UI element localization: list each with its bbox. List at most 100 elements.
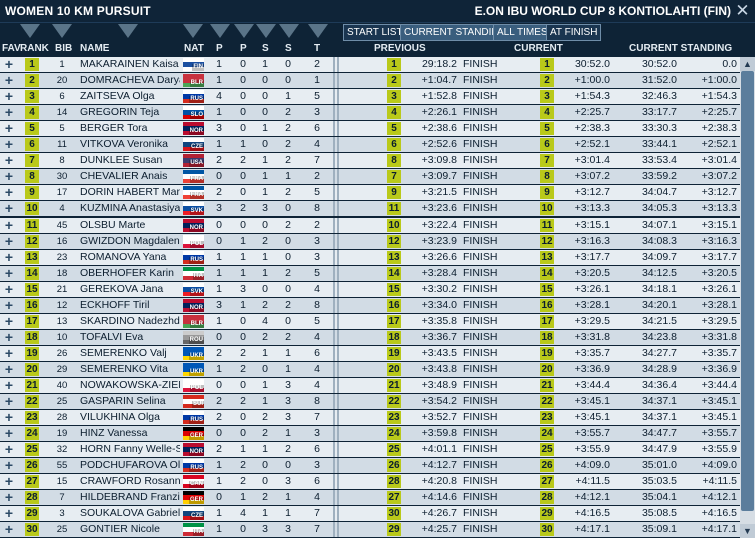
- table-row[interactable]: +18 10 TOFALVI Eva ROU 0 0 2 2 4 18 +3:36.7 FINISH 1…: [0, 330, 740, 345]
- favorite-add-icon[interactable]: +: [2, 218, 16, 233]
- col-rank[interactable]: RANK: [20, 43, 49, 54]
- favorite-add-icon[interactable]: +: [2, 201, 16, 216]
- table-row[interactable]: +17 13 SKARDINO Nadezhda BLR 1 0 4 0 5 17 +3:35.8 F…: [0, 314, 740, 329]
- standing-1-misses: 0: [262, 219, 268, 231]
- table-row[interactable]: +14 18 OBERHOFER Karin ITA 1 1 1 2 5 14 +3:28.4 FIN…: [0, 266, 740, 281]
- col-nat[interactable]: NAT: [184, 43, 204, 54]
- table-row[interactable]: +24 19 HINZ Vanessa GER 0 0 2 1 3 24 +3:59.8 FINISH…: [0, 426, 740, 441]
- table-row[interactable]: +12 16 GWIZDON Magdalena POL 0 1 2 0 3 12 +3:23.9 F…: [0, 234, 740, 249]
- total-misses: 6: [314, 347, 320, 359]
- favorite-add-icon[interactable]: +: [2, 234, 16, 249]
- favorite-add-icon[interactable]: +: [2, 490, 16, 505]
- sort-s2-arrow-icon[interactable]: [279, 24, 299, 38]
- table-row[interactable]: +11 45 OLSBU Marte NOR 0 0 0 2 2 10 +3:22.4 FINISH 1…: [0, 218, 740, 233]
- col-s2[interactable]: S: [285, 43, 292, 54]
- table-row[interactable]: +15 21 GEREKOVA Jana SVK 1 3 0 0 4 15 +3:30.2 FINIS…: [0, 282, 740, 297]
- favorite-add-icon[interactable]: +: [2, 153, 16, 168]
- table-row[interactable]: +29 3 SOUKALOVA Gabriela CZE 1 4 1 1 7 30 +4:26.7 F…: [0, 506, 740, 521]
- favorite-add-icon[interactable]: +: [2, 314, 16, 329]
- favorite-add-icon[interactable]: +: [2, 346, 16, 361]
- table-row[interactable]: +10 4 KUZMINA Anastasiya SVK 3 2 3 0 8 11 +3:23.6 F…: [0, 201, 740, 216]
- table-row[interactable]: +7 8 DUNKLEE Susan USA 2 2 1 2 7 8 +3:09.8 FINISH 7 +…: [0, 153, 740, 168]
- col-previous[interactable]: PREVIOUS: [374, 43, 426, 54]
- favorite-add-icon[interactable]: +: [2, 410, 16, 425]
- table-row[interactable]: +13 23 ROMANOVA Yana RUS 1 1 1 0 3 13 +3:26.6 FINIS…: [0, 250, 740, 265]
- standing-1-misses: 0: [262, 363, 268, 375]
- close-icon[interactable]: ✕: [734, 2, 751, 19]
- nation-flag: POL: [183, 379, 204, 392]
- table-row[interactable]: +20 29 SEMERENKO Vita UKR 1 2 0 1 4 20 +3:43.8 FINI…: [0, 362, 740, 377]
- table-row[interactable]: +26 55 PODCHUFAROVA Olga RUS 1 2 0 0 3 26 +4:12.7 F…: [0, 458, 740, 473]
- favorite-add-icon[interactable]: +: [2, 474, 16, 489]
- table-row[interactable]: +5 5 BERGER Tora NOR 3 0 1 2 6 5 +2:38.6 FINISH 5 +2:…: [0, 121, 740, 136]
- table-row[interactable]: +1 1 MAKARAINEN Kaisa FIN 1 0 1 0 2 1 29:18.2 FINIS…: [0, 57, 740, 72]
- favorite-add-icon[interactable]: +: [2, 73, 16, 88]
- favorite-add-icon[interactable]: +: [2, 378, 16, 393]
- scroll-down-icon[interactable]: ▼: [740, 524, 755, 538]
- sort-nat-arrow-icon[interactable]: [183, 24, 203, 38]
- favorite-add-icon[interactable]: +: [2, 169, 16, 184]
- vertical-scrollbar[interactable]: ▲ ▼: [740, 57, 755, 538]
- favorite-add-icon[interactable]: +: [2, 330, 16, 345]
- table-row[interactable]: +19 26 SEMERENKO Valj UKR 2 2 1 1 6 19 +3:43.5 FINI…: [0, 346, 740, 361]
- favorite-add-icon[interactable]: +: [2, 89, 16, 104]
- favorite-add-icon[interactable]: +: [2, 121, 16, 136]
- table-row[interactable]: +4 14 GREGORIN Teja SLO 1 0 0 2 3 4 +2:26.1 FINISH 4…: [0, 105, 740, 120]
- favorite-add-icon[interactable]: +: [2, 185, 16, 200]
- table-row[interactable]: +27 15 CRAWFORD Rosanna CAN 1 2 0 3 6 28 +4:20.8 FI…: [0, 474, 740, 489]
- col-t[interactable]: T: [314, 43, 320, 54]
- sort-rank-arrow-icon[interactable]: [20, 24, 40, 38]
- favorite-add-icon[interactable]: +: [2, 105, 16, 120]
- table-row[interactable]: +22 25 GASPARIN Selina SUI 2 2 1 3 8 22 +3:54.2 FIN…: [0, 394, 740, 409]
- favorite-add-icon[interactable]: +: [2, 506, 16, 521]
- favorite-add-icon[interactable]: +: [2, 394, 16, 409]
- favorite-add-icon[interactable]: +: [2, 362, 16, 377]
- standing-2-misses: 1: [285, 507, 291, 519]
- table-row[interactable]: +16 12 ECKHOFF Tiril NOR 3 1 2 2 8 16 +3:34.0 FINIS…: [0, 298, 740, 313]
- col-p1[interactable]: P: [216, 43, 223, 54]
- sort-p1-arrow-icon[interactable]: [210, 24, 230, 38]
- table-row[interactable]: +21 40 NOWAKOWSKA-ZIEMN POL 0 0 1 3 4 21 +3:48.9 FI…: [0, 378, 740, 393]
- scrollbar-thumb[interactable]: [741, 71, 754, 511]
- col-current[interactable]: CURRENT: [514, 43, 563, 54]
- at-finish-button[interactable]: AT FINISH: [546, 24, 602, 41]
- start-list-button[interactable]: START LIST: [343, 24, 407, 41]
- col-name[interactable]: NAME: [80, 43, 109, 54]
- col-s1[interactable]: S: [262, 43, 269, 54]
- table-row[interactable]: +30 25 GONTIER Nicole ITA 1 0 3 3 7 29 +4:25.7 FINI…: [0, 522, 740, 537]
- favorite-add-icon[interactable]: +: [2, 426, 16, 441]
- favorite-add-icon[interactable]: +: [2, 266, 16, 281]
- nation-code: ITA: [192, 529, 204, 536]
- column-divider: [337, 57, 339, 72]
- favorite-add-icon[interactable]: +: [2, 522, 16, 537]
- scroll-up-icon[interactable]: ▲: [740, 57, 755, 71]
- sort-bib-arrow-icon[interactable]: [52, 24, 72, 38]
- col-p2[interactable]: P: [240, 43, 247, 54]
- table-row[interactable]: +9 17 DORIN HABERT Marie FRA 2 0 1 2 5 9 +3:21.5 FI…: [0, 185, 740, 200]
- sort-p2-arrow-icon[interactable]: [234, 24, 254, 38]
- table-row[interactable]: +25 32 HORN Fanny Welle-St NOR 2 1 1 2 6 25 +4:01.…: [0, 442, 740, 457]
- favorite-add-icon[interactable]: +: [2, 282, 16, 297]
- standing-time: 33:44.1: [641, 138, 677, 150]
- table-row[interactable]: +28 7 HILDEBRAND Franzisk GER 0 1 2 1 4 27 +4:14.6…: [0, 490, 740, 505]
- table-row[interactable]: +2 20 DOMRACHEVA Darya BLR 1 0 0 0 1 2 +1:04.7 FINI…: [0, 73, 740, 88]
- favorite-add-icon[interactable]: +: [2, 442, 16, 457]
- favorite-add-icon[interactable]: +: [2, 137, 16, 152]
- col-fav[interactable]: FAV: [2, 43, 21, 54]
- sort-t-arrow-icon[interactable]: [308, 24, 328, 38]
- table-row[interactable]: +23 28 VILUKHINA Olga RUS 2 0 2 3 7 23 +3:52.7 FINI…: [0, 410, 740, 425]
- col-bib[interactable]: BIB: [55, 43, 72, 54]
- table-row[interactable]: +8 30 CHEVALIER Anais FRA 0 0 1 1 2 7 +3:09.7 FINIS…: [0, 169, 740, 184]
- col-current-standing[interactable]: CURRENT STANDING: [629, 43, 732, 54]
- sort-s1-arrow-icon[interactable]: [256, 24, 276, 38]
- favorite-add-icon[interactable]: +: [2, 298, 16, 313]
- favorite-add-icon[interactable]: +: [2, 250, 16, 265]
- table-row[interactable]: +3 6 ZAITSEVA Olga RUS 4 0 0 1 5 3 +1:52.8 FINISH 3 +…: [0, 89, 740, 104]
- all-times-button[interactable]: ALL TIMES: [493, 24, 552, 41]
- favorite-add-icon[interactable]: +: [2, 57, 16, 72]
- current-time: +3:16.3: [574, 235, 610, 247]
- sort-name-arrow-icon[interactable]: [118, 24, 138, 38]
- total-misses: 2: [314, 170, 320, 182]
- favorite-add-icon[interactable]: +: [2, 458, 16, 473]
- table-row[interactable]: +6 11 VITKOVA Veronika CZE 1 1 0 2 4 6 +2:52.6 FINI…: [0, 137, 740, 152]
